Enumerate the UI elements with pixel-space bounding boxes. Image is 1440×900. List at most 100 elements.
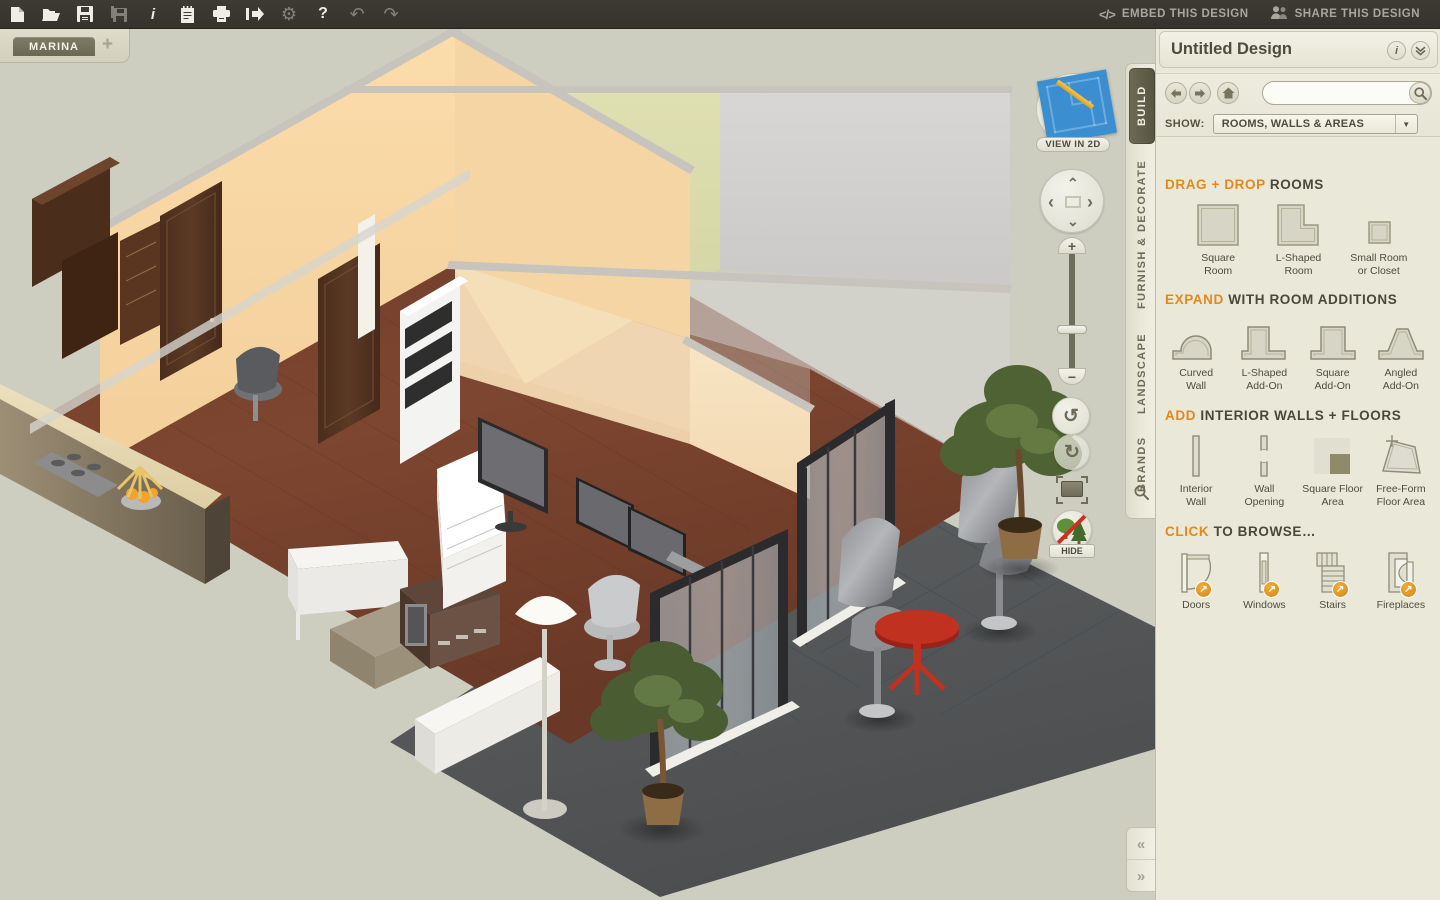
zoom-out-button[interactable]: − (1058, 368, 1086, 385)
print-icon[interactable] (204, 0, 238, 29)
embed-code-icon: </> (1099, 6, 1116, 22)
section-title-rest: ROOMS (1265, 177, 1324, 192)
add-tab-button[interactable]: + (99, 35, 116, 56)
pan-up-arrow[interactable]: ⌃ (1067, 176, 1079, 190)
room-item-square-room[interactable]: Square Room (1178, 200, 1258, 277)
section-title-click-to-browse: CLICK TO BROWSE… (1165, 524, 1440, 539)
show-label: SHOW: (1165, 118, 1205, 130)
rotate-clockwise-button[interactable]: ↻ (1054, 434, 1090, 470)
interior-wall-icon (1172, 431, 1220, 479)
pan-left-arrow[interactable]: ‹ (1048, 193, 1054, 211)
l-shaped-addon-icon (1238, 315, 1290, 363)
panel-forward-button[interactable] (1189, 82, 1211, 104)
save-icon[interactable] (68, 0, 102, 29)
document-tab-marina[interactable]: MARINA (13, 37, 95, 56)
settings-gear-icon[interactable]: ⚙ (272, 0, 306, 29)
zoom-slider-handle[interactable] (1057, 325, 1087, 334)
browse-item-doors[interactable]: ↗ Doors (1162, 547, 1230, 612)
show-filter-value: ROOMS, WALLS & AREAS (1221, 118, 1365, 130)
embed-this-design-button[interactable]: </> EMBED THIS DESIGN (1091, 7, 1257, 22)
chevron-down-icon[interactable]: ▼ (1394, 115, 1417, 133)
share-this-design-button[interactable]: SHARE THIS DESIGN (1263, 6, 1428, 22)
interior-item-free-form-floor-area[interactable]: Free-Form Floor Area (1367, 431, 1435, 508)
rail-tab-landscape[interactable]: LANDSCAPE (1129, 322, 1155, 424)
interior-item-wall-opening[interactable]: Wall Opening (1230, 431, 1298, 508)
addition-item-square-addon[interactable]: Square Add-On (1299, 315, 1367, 392)
new-document-icon[interactable] (0, 0, 34, 29)
design-3d-viewport[interactable]: VIEW IN 2D ⌃ ⌄ ‹ › + − ↺ ↻ HIDE (0, 29, 1155, 900)
panel-navigation-bar: SHOW: ROOMS, WALLS & AREAS ▼ (1156, 73, 1440, 137)
room-item-small-room-or-closet[interactable]: Small Room or Closet (1339, 200, 1419, 277)
addition-item-angled-addon[interactable]: Angled Add-On (1367, 315, 1435, 392)
crop-corner-br-icon (1081, 497, 1088, 504)
crop-corner-tl-icon (1056, 476, 1063, 483)
section-title-rest: INTERIOR WALLS + FLOORS (1196, 408, 1402, 423)
addition-item-l-shaped-addon[interactable]: L-Shaped Add-On (1230, 315, 1298, 392)
zoom-slider-track[interactable] (1069, 251, 1075, 371)
mode-tab-rail: BUILD FURNISH & DECORATE LANDSCAPE BRAND… (1125, 63, 1157, 519)
panel-search-button[interactable] (1409, 82, 1431, 104)
open-folder-icon[interactable] (34, 0, 68, 29)
screen-icon (1061, 481, 1083, 497)
addition-label-curved-wall: Curved Wall (1179, 367, 1214, 392)
interior-item-interior-wall[interactable]: Interior Wall (1162, 431, 1230, 508)
redo-icon[interactable]: ↷ (374, 0, 408, 29)
fireplaces-icon: ↗ (1377, 547, 1425, 598)
right-panel: Untitled Design i SHOW: ROOMS, WALLS & A… (1155, 29, 1440, 900)
export-icon[interactable] (238, 0, 272, 29)
section-items-browse: ↗ Doors ↗ Windows ↗ Stairs ↗ Fireplaces (1156, 547, 1440, 612)
show-filter-select[interactable]: ROOMS, WALLS & AREAS ▼ (1212, 114, 1418, 134)
l-shaped-room-icon (1274, 200, 1322, 248)
addition-label-square-addon: Square Add-On (1314, 367, 1351, 392)
doors-browse-badge[interactable]: ↗ (1195, 581, 1213, 598)
panel-info-icon[interactable]: i (1387, 41, 1406, 60)
save-as-icon[interactable] (102, 0, 136, 29)
pan-down-arrow[interactable]: ⌄ (1067, 214, 1079, 228)
collapse-left-button[interactable]: « (1127, 829, 1155, 860)
panel-collapse-icon[interactable] (1411, 41, 1430, 60)
browse-item-windows[interactable]: ↗ Windows (1230, 547, 1298, 612)
zoom-in-button[interactable]: + (1058, 237, 1086, 254)
windows-browse-badge[interactable]: ↗ (1263, 581, 1281, 598)
section-room-additions: EXPAND WITH ROOM ADDITIONS Curved Wall L… (1156, 292, 1440, 392)
section-items-rooms: Square Room L-Shaped Room Small Room or … (1156, 200, 1440, 277)
panel-home-button[interactable] (1217, 82, 1239, 104)
section-items-interior: Interior Wall Wall Opening Square Floor … (1156, 431, 1440, 508)
rail-tab-build[interactable]: BUILD (1129, 68, 1155, 144)
pan-dial[interactable]: ⌃ ⌄ ‹ › (1040, 169, 1104, 233)
expand-right-button[interactable]: » (1127, 861, 1155, 892)
panel-back-button[interactable] (1165, 82, 1187, 104)
snapshot-button[interactable] (1056, 476, 1088, 504)
floorplan-3d-render[interactable] (0, 29, 1155, 900)
help-icon[interactable]: ? (306, 0, 340, 29)
room-label-square-room: Square Room (1201, 252, 1236, 277)
info-icon[interactable]: i (136, 0, 170, 29)
notes-icon[interactable] (170, 0, 204, 29)
hide-label[interactable]: HIDE (1049, 544, 1095, 558)
stairs-browse-badge[interactable]: ↗ (1331, 581, 1349, 598)
addition-item-curved-wall[interactable]: Curved Wall (1162, 315, 1230, 392)
windows-icon: ↗ (1240, 547, 1288, 598)
panel-search (1262, 81, 1432, 105)
pan-right-arrow[interactable]: › (1087, 193, 1093, 211)
rail-tab-furnish-decorate[interactable]: FURNISH & DECORATE (1129, 150, 1155, 318)
share-label: SHARE THIS DESIGN (1294, 8, 1420, 20)
fireplaces-browse-badge[interactable]: ↗ (1399, 581, 1417, 598)
toolbar-right-actions: </> EMBED THIS DESIGN SHARE THIS DESIGN (1091, 6, 1440, 22)
doors-icon: ↗ (1172, 547, 1220, 598)
section-title-drag-drop-rooms: DRAG + DROP ROOMS (1165, 177, 1440, 192)
recenter-view-button[interactable] (1065, 196, 1081, 208)
rotate-counterclockwise-button[interactable]: ↺ (1052, 397, 1090, 435)
room-item-l-shaped-room[interactable]: L-Shaped Room (1258, 200, 1338, 277)
rail-search-icon[interactable] (1134, 485, 1149, 504)
section-title-room-additions: EXPAND WITH ROOM ADDITIONS (1165, 292, 1440, 307)
interior-item-square-floor-area[interactable]: Square Floor Area (1299, 431, 1367, 508)
free-form-floor-area-icon (1375, 431, 1427, 479)
view-in-2d-label[interactable]: VIEW IN 2D (1036, 137, 1110, 152)
undo-icon[interactable]: ↶ (340, 0, 374, 29)
panel-search-input[interactable] (1262, 81, 1432, 105)
browse-item-stairs[interactable]: ↗ Stairs (1299, 547, 1367, 612)
browse-item-fireplaces[interactable]: ↗ Fireplaces (1367, 547, 1435, 612)
small-room-or-closet-icon (1355, 200, 1403, 248)
zoom-slider[interactable]: + − (1052, 237, 1092, 385)
